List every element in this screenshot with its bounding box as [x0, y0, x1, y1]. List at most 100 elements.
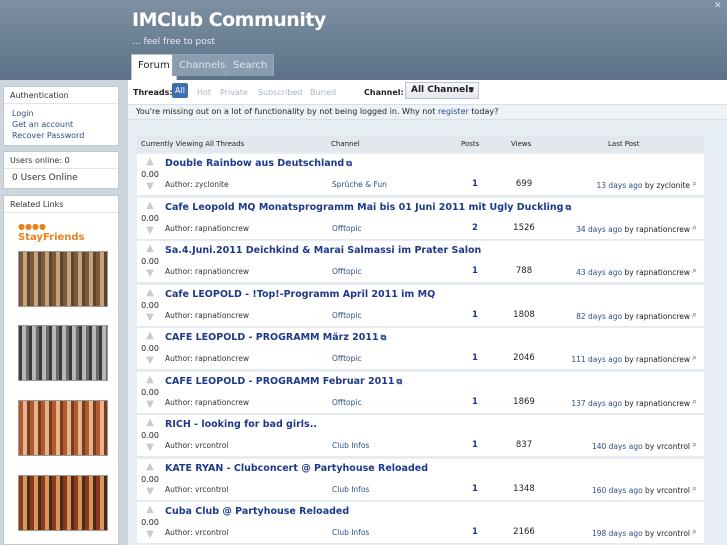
thread-row[interactable]: ▲ 0.00 ▼ KATE RYAN - Clubconcert @ Partyhou… — [137, 458, 704, 501]
channel-label: Channel: — [364, 88, 404, 97]
thread-title[interactable]: Cafe Leopold MQ Monatsprogramm Mai bis 0… — [165, 202, 571, 213]
arrow-down-icon[interactable]: ▼ — [144, 312, 156, 323]
thread-title[interactable]: CAFE LEOPOLD - PROGRAMM Februar 2011 ⧉ — [165, 376, 402, 387]
channel-select[interactable]: All Channels ▼ — [405, 82, 479, 99]
filter-hot[interactable]: Hot — [197, 88, 211, 97]
arrow-down-icon[interactable]: ▼ — [144, 356, 156, 366]
thread-title[interactable]: Cuba Club @ Partyhouse Reloaded — [165, 506, 349, 517]
filter-all[interactable]: All — [172, 83, 188, 98]
arrow-down-icon[interactable]: ▼ — [144, 530, 156, 540]
thread-row[interactable]: ▲ 0.00 ▼ Cuba Club @ Partyhouse Reloaded Aut… — [137, 502, 704, 544]
last-post-time[interactable]: 43 days ago — [576, 268, 622, 277]
filter-private[interactable]: Private — [220, 88, 248, 97]
arrow-down-icon[interactable]: ▼ — [144, 443, 156, 453]
last-post-time[interactable]: 82 days ago — [576, 312, 622, 321]
close-icon[interactable]: ✕ — [714, 2, 723, 11]
arrow-down-icon[interactable]: ▼ — [144, 269, 156, 279]
view-last-post-icon[interactable]: ⌕ — [692, 484, 702, 494]
arrow-up-icon[interactable]: ▲ — [144, 244, 156, 254]
arrow-down-icon[interactable]: ▼ — [144, 399, 156, 410]
last-post-time[interactable]: 160 days ago — [592, 486, 643, 495]
thread-row[interactable]: ▲ 0.00 ▼ Cafe LEOPOLD - !Top!-Programm Apri… — [137, 284, 704, 327]
view-last-post-icon[interactable]: ⌕ — [692, 440, 702, 450]
arrow-down-icon[interactable]: ▼ — [144, 225, 156, 236]
thread-title[interactable]: Sa.4.Juni.2011 Deichkind & Marai Salmass… — [165, 245, 481, 256]
arrow-up-icon[interactable]: ▲ — [144, 331, 156, 341]
thread-row[interactable]: ▲ 0.00 ▼ Cafe Leopold MQ Monatsprogramm Mai… — [137, 197, 704, 240]
thread-posts[interactable]: 1 — [472, 266, 478, 276]
thread-channel[interactable]: Offtopic — [332, 354, 362, 363]
thread-channel[interactable]: Offtopic — [332, 311, 362, 320]
thread-title[interactable]: CAFE LEOPOLD - PROGRAMM März 2011 ⧉ — [165, 332, 386, 343]
thread-channel[interactable]: Club Infos — [332, 485, 369, 494]
filter-buried[interactable]: Buried — [310, 88, 336, 97]
class-photo-image[interactable] — [18, 400, 108, 456]
thread-title[interactable]: KATE RYAN - Clubconcert @ Partyhouse Rel… — [165, 463, 428, 474]
last-post-time[interactable]: 34 days ago — [576, 225, 622, 234]
thread-channel[interactable]: Club Infos — [332, 528, 369, 537]
last-post-time[interactable]: 198 days ago — [592, 529, 643, 538]
thread-row[interactable]: ▲ 0.00 ▼ Double Rainbow aus Deutschland ⧉ Aut… — [137, 154, 704, 196]
thread-channel[interactable]: Offtopic — [332, 224, 362, 233]
thread-posts[interactable]: 2 — [472, 223, 478, 233]
view-last-post-icon[interactable]: ⌕ — [692, 310, 702, 320]
last-post-author: by vrcontrol — [642, 442, 690, 451]
last-post-time[interactable]: 111 days ago — [571, 355, 622, 364]
site-title[interactable]: IMClub Community — [132, 9, 326, 31]
thread-row[interactable]: ▲ 0.00 ▼ RICH - looking for bad girls.. Auth… — [137, 415, 704, 457]
thread-posts[interactable]: 1 — [472, 440, 478, 450]
thread-posts[interactable]: 1 — [472, 353, 478, 363]
last-post-time[interactable]: 140 days ago — [592, 442, 643, 451]
thread-title[interactable]: Double Rainbow aus Deutschland ⧉ — [165, 158, 352, 169]
login-link[interactable]: Login — [4, 108, 118, 119]
external-link-icon[interactable]: ⧉ — [565, 203, 571, 212]
thread-posts[interactable]: 1 — [472, 310, 478, 320]
arrow-down-icon[interactable]: ▼ — [144, 486, 156, 497]
external-link-icon[interactable]: ⧉ — [381, 333, 387, 342]
get-account-link[interactable]: Get an account — [4, 119, 118, 130]
view-last-post-icon[interactable]: ⌕ — [692, 527, 702, 537]
thread-posts[interactable]: 1 — [472, 179, 478, 189]
register-link[interactable]: register — [438, 107, 469, 116]
class-photo-image[interactable] — [18, 325, 108, 381]
arrow-up-icon[interactable]: ▲ — [144, 461, 156, 472]
arrow-up-icon[interactable]: ▲ — [144, 374, 156, 385]
thread-channel[interactable]: Offtopic — [332, 267, 362, 276]
class-photo-image[interactable] — [18, 475, 108, 531]
arrow-up-icon[interactable]: ▲ — [144, 157, 156, 167]
last-post-time[interactable]: 13 days ago — [597, 181, 643, 190]
filter-subscribed[interactable]: Subscribed — [258, 88, 302, 97]
arrow-down-icon[interactable]: ▼ — [144, 182, 156, 192]
tab-search[interactable]: Search — [226, 54, 275, 76]
view-last-post-icon[interactable]: ⌕ — [692, 179, 702, 189]
thread-channel[interactable]: Offtopic — [332, 398, 362, 407]
tab-forum[interactable]: Forum — [131, 54, 177, 80]
thread-views: 2166 — [513, 527, 535, 537]
thread-posts[interactable]: 1 — [472, 397, 478, 407]
external-link-icon[interactable]: ⧉ — [396, 377, 402, 386]
last-post-time[interactable]: 137 days ago — [571, 399, 622, 408]
view-last-post-icon[interactable]: ⌕ — [692, 266, 702, 276]
external-link-icon[interactable]: ⧉ — [346, 159, 352, 168]
arrow-up-icon[interactable]: ▲ — [144, 200, 156, 211]
thread-row[interactable]: ▲ 0.00 ▼ CAFE LEOPOLD - PROGRAMM März 2011 ⧉… — [137, 328, 704, 370]
recover-password-link[interactable]: Recover Password — [4, 130, 118, 141]
thread-title[interactable]: RICH - looking for bad girls.. — [165, 419, 317, 430]
last-post-author: by rapnationcrew — [622, 268, 690, 277]
thread-title[interactable]: Cafe LEOPOLD - !Top!-Programm April 2011… — [165, 289, 435, 300]
thread-channel[interactable]: Sprüche & Fun — [332, 180, 387, 189]
view-last-post-icon[interactable]: ⌕ — [692, 223, 702, 233]
thread-row[interactable]: ▲ 0.00 ▼ CAFE LEOPOLD - PROGRAMM Februar 20… — [137, 371, 704, 414]
stayfriends-logo[interactable]: ●●●● StayFriends — [18, 221, 110, 243]
thread-posts[interactable]: 1 — [472, 484, 478, 494]
thread-channel[interactable]: Club Infos — [332, 441, 369, 450]
tab-channels[interactable]: Channels — [172, 54, 233, 76]
arrow-up-icon[interactable]: ▲ — [144, 287, 156, 298]
thread-posts[interactable]: 1 — [472, 527, 478, 537]
view-last-post-icon[interactable]: ⌕ — [692, 397, 702, 407]
arrow-up-icon[interactable]: ▲ — [144, 418, 156, 428]
thread-row[interactable]: ▲ 0.00 ▼ Sa.4.Juni.2011 Deichkind & Marai S… — [137, 241, 704, 283]
arrow-up-icon[interactable]: ▲ — [144, 505, 156, 515]
class-photo-image[interactable] — [18, 251, 108, 307]
view-last-post-icon[interactable]: ⌕ — [692, 353, 702, 363]
